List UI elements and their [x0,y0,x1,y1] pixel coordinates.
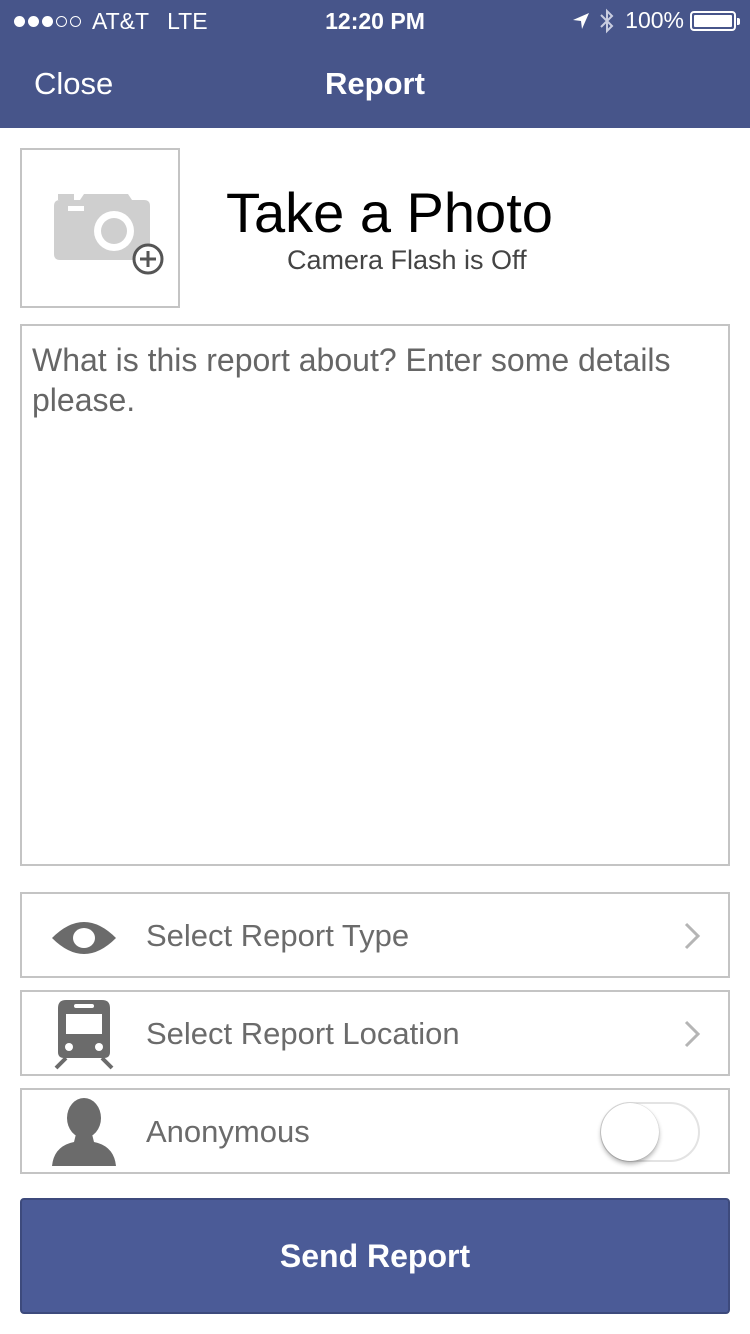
report-type-label: Select Report Type [146,918,410,953]
take-photo-title[interactable]: Take a Photo [226,180,553,245]
battery-icon [690,10,740,31]
select-report-location-row[interactable]: Select Report Location [20,990,730,1076]
eye-icon [52,922,116,954]
camera-add-icon [54,194,164,275]
anonymous-toggle[interactable] [600,1102,700,1162]
report-details-input[interactable] [20,324,730,866]
camera-flash-status[interactable]: Camera Flash is Off [287,245,527,276]
select-report-type-row[interactable]: Select Report Type [20,892,730,978]
anonymous-row: Anonymous [20,1088,730,1174]
close-button[interactable]: Close [34,66,113,102]
anonymous-label: Anonymous [146,1114,310,1149]
send-report-button[interactable]: Send Report [20,1198,730,1314]
status-right: 100% [571,7,740,34]
report-location-label: Select Report Location [146,1016,460,1051]
location-arrow-icon [573,12,590,29]
add-photo-button[interactable] [20,148,180,308]
chevron-right-icon [684,1020,701,1048]
navigation-bar: Close Report [0,40,750,128]
battery-percentage: 100% [625,7,684,33]
status-bar: AT&T LTE 12:20 PM 100% [0,0,750,40]
train-icon [54,1000,114,1070]
bluetooth-icon [600,8,614,33]
chevron-right-icon [684,922,701,950]
toggle-knob [601,1103,659,1161]
person-icon [52,1098,116,1166]
